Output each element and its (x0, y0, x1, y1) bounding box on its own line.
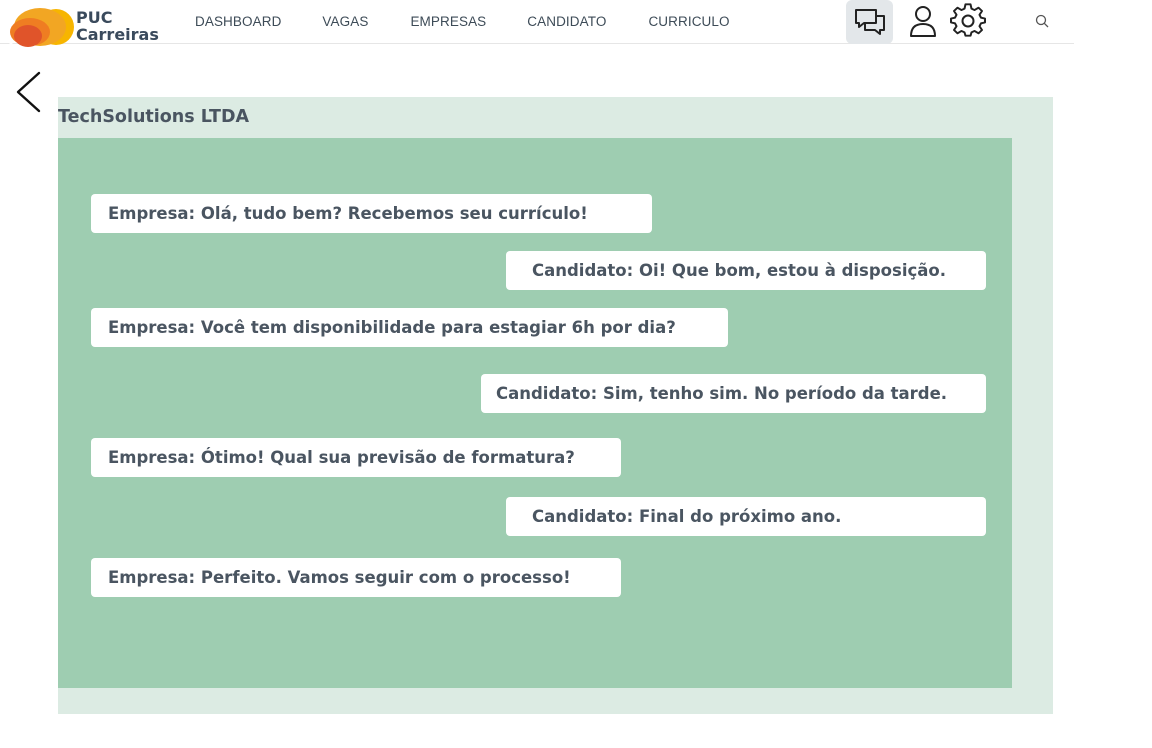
brand-name: PUC Carreiras (76, 9, 159, 43)
nav-curriculo[interactable]: CURRICULO (648, 14, 729, 29)
company-name: TechSolutions LTDA (58, 107, 250, 127)
profile-button[interactable] (904, 2, 942, 40)
user-icon (910, 6, 936, 37)
puc-carreiras-logo[interactable] (4, 5, 76, 49)
settings-button[interactable] (949, 2, 987, 40)
nav-candidato[interactable]: CANDIDATO (527, 14, 606, 29)
top-navbar: PUC Carreiras DASHBOARD VAGAS EMPRESAS C… (0, 0, 1074, 47)
messages-area[interactable]: Empresa: Olá, tudo bem? Recebemos seu cu… (58, 138, 1012, 688)
message-company: Empresa: Olá, tudo bem? Recebemos seu cu… (91, 194, 652, 233)
chat-icon (854, 9, 885, 35)
back-button[interactable] (12, 70, 46, 114)
nav-dashboard[interactable]: DASHBOARD (195, 14, 281, 29)
search-button[interactable] (1032, 11, 1052, 31)
nav-empresas[interactable]: EMPRESAS (410, 14, 486, 29)
chevron-left-icon (16, 71, 41, 113)
message-candidate: Candidato: Oi! Que bom, estou à disposiç… (506, 251, 986, 290)
search-icon (1035, 14, 1049, 28)
conversation-panel: TechSolutions LTDA Empresa: Olá, tudo be… (58, 97, 1053, 714)
brand-line-2: Carreiras (76, 25, 159, 44)
main-nav: DASHBOARD VAGAS EMPRESAS CANDIDATO CURRI… (195, 14, 730, 29)
chat-button[interactable] (846, 0, 893, 44)
message-candidate: Candidato: Sim, tenho sim. No período da… (481, 374, 986, 413)
message-candidate: Candidato: Final do próximo ano. (506, 497, 986, 536)
brand-line-1: PUC (76, 8, 113, 27)
message-company: Empresa: Perfeito. Vamos seguir com o pr… (91, 558, 621, 597)
message-company: Empresa: Você tem disponibilidade para e… (91, 308, 728, 347)
gear-icon (950, 3, 986, 37)
message-company: Empresa: Ótimo! Qual sua previsão de for… (91, 438, 621, 477)
nav-vagas[interactable]: VAGAS (322, 14, 368, 29)
